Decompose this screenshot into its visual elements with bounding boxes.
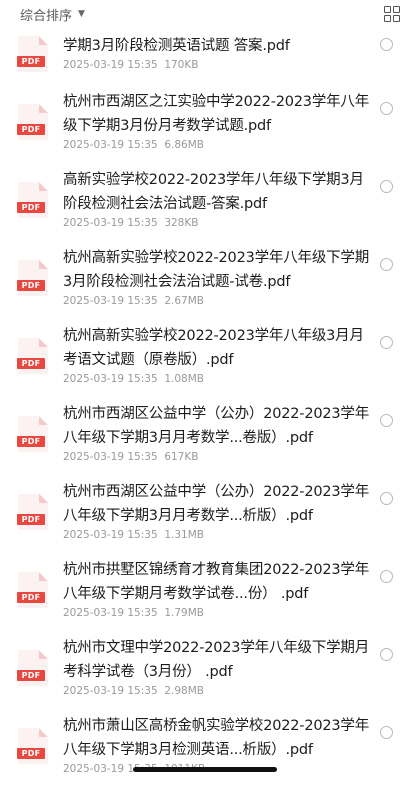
file-name: 杭州市西湖区之江实验中学2022-2023学年八年级下学期3月份月考数学试题.p… xyxy=(63,94,370,134)
file-info: 杭州市西湖区公益中学（公办）2022-2023学年八年级下学期3月月考数学...… xyxy=(63,402,370,463)
file-list-item[interactable]: PDF 杭州市萧山区高桥金帆实验学校2022-2023学年八年级下学期3月检测英语… xyxy=(0,710,414,788)
file-list-item[interactable]: PDF 杭州市西湖区之江实验中学2022-2023学年八年级下学期3月份月考数学试… xyxy=(0,86,414,164)
file-meta: 2025-03-19 15:35 6.86MB xyxy=(63,139,370,151)
select-radio[interactable] xyxy=(380,180,393,193)
file-size: 1.79MB xyxy=(164,607,204,619)
file-info: 杭州高新实验学校2022-2023学年八年级3月月考语文试题（原卷版）.pdf 2… xyxy=(63,324,370,385)
file-meta: 2025-03-19 15:35 2.67MB xyxy=(63,295,370,307)
pdf-file-icon: PDF xyxy=(17,260,48,296)
file-list-item[interactable]: PDF 学期3月阶段检测英语试题 答案.pdf 2025-03-19 15:35 1… xyxy=(0,28,414,86)
file-meta: 2025-03-19 15:35 1.08MB xyxy=(63,373,370,385)
sort-dropdown[interactable]: 综合排序 ▼ xyxy=(20,5,85,24)
pdf-file-icon: PDF xyxy=(17,338,48,374)
file-name: 高新实验学校2022-2023学年八年级下学期3月阶段检测社会法治试题-答案.p… xyxy=(63,172,364,212)
file-info: 高新实验学校2022-2023学年八年级下学期3月阶段检测社会法治试题-答案.p… xyxy=(63,168,370,229)
select-radio[interactable] xyxy=(380,336,393,349)
file-info: 学期3月阶段检测英语试题 答案.pdf 2025-03-19 15:35 170K… xyxy=(63,34,370,71)
file-info: 杭州市拱墅区锦绣育才教育集团2022-2023学年八年级下学期月考数学试卷...… xyxy=(63,558,370,619)
file-date: 2025-03-19 15:35 xyxy=(63,59,158,71)
file-name: 杭州高新实验学校2022-2023学年八年级3月月考语文试题（原卷版）.pdf xyxy=(63,328,364,368)
file-list-item[interactable]: PDF 高新实验学校2022-2023学年八年级下学期3月阶段检测社会法治试题-答… xyxy=(0,164,414,242)
file-name: 学期3月阶段检测英语试题 答案.pdf xyxy=(63,38,290,54)
pdf-badge-label: PDF xyxy=(17,592,45,603)
pdf-badge-label: PDF xyxy=(17,358,45,369)
file-size: 2.67MB xyxy=(164,295,204,307)
select-radio[interactable] xyxy=(380,38,393,51)
file-size: 328KB xyxy=(164,217,199,229)
file-size: 1.08MB xyxy=(164,373,204,385)
pdf-file-icon: PDF xyxy=(17,36,48,72)
select-radio[interactable] xyxy=(380,648,393,661)
pdf-file-icon: PDF xyxy=(17,650,48,686)
file-size: 617KB xyxy=(164,451,199,463)
file-meta: 2025-03-19 15:35 2.98MB xyxy=(63,685,370,697)
pdf-badge-label: PDF xyxy=(17,202,45,213)
grid-view-icon[interactable] xyxy=(384,6,400,22)
file-size: 170KB xyxy=(164,59,199,71)
file-size: 2.98MB xyxy=(164,685,204,697)
pdf-badge-label: PDF xyxy=(17,56,45,67)
file-list-item[interactable]: PDF 杭州高新实验学校2022-2023学年八年级下学期3月阶段检测社会法治试题… xyxy=(0,242,414,320)
pdf-file-icon: PDF xyxy=(17,104,48,140)
pdf-badge-label: PDF xyxy=(17,436,45,447)
file-name: 杭州市文理中学2022-2023学年八年级下学期月考科学试卷（3月份） .pdf xyxy=(63,640,370,680)
file-date: 2025-03-19 15:35 xyxy=(63,373,158,385)
file-info: 杭州市文理中学2022-2023学年八年级下学期月考科学试卷（3月份） .pdf… xyxy=(63,636,370,697)
file-list-item[interactable]: PDF 杭州市拱墅区锦绣育才教育集团2022-2023学年八年级下学期月考数学试卷… xyxy=(0,554,414,632)
file-info: 杭州市西湖区之江实验中学2022-2023学年八年级下学期3月份月考数学试题.p… xyxy=(63,90,370,151)
select-radio[interactable] xyxy=(380,570,393,583)
select-radio[interactable] xyxy=(380,258,393,271)
file-info: 杭州市萧山区高桥金帆实验学校2022-2023学年八年级下学期3月检测英语...… xyxy=(63,714,370,775)
file-name: 杭州市拱墅区锦绣育才教育集团2022-2023学年八年级下学期月考数学试卷...… xyxy=(63,562,370,602)
file-date: 2025-03-19 15:35 xyxy=(63,295,158,307)
select-radio[interactable] xyxy=(380,726,393,739)
file-list-item[interactable]: PDF 杭州高新实验学校2022-2023学年八年级3月月考语文试题（原卷版）.p… xyxy=(0,320,414,398)
pdf-badge-label: PDF xyxy=(17,670,45,681)
file-size: 6.86MB xyxy=(164,139,204,151)
file-info: 杭州高新实验学校2022-2023学年八年级下学期3月阶段检测社会法治试题-试卷… xyxy=(63,246,370,307)
file-info: 杭州市西湖区公益中学（公办）2022-2023学年八年级下学期3月月考数学...… xyxy=(63,480,370,541)
file-date: 2025-03-19 15:35 xyxy=(63,685,158,697)
select-radio[interactable] xyxy=(380,102,393,115)
file-list: PDF 学期3月阶段检测英语试题 答案.pdf 2025-03-19 15:35 1… xyxy=(0,28,414,788)
top-toolbar: 综合排序 ▼ xyxy=(0,0,414,28)
file-name: 杭州高新实验学校2022-2023学年八年级下学期3月阶段检测社会法治试题-试卷… xyxy=(63,250,370,290)
file-date: 2025-03-19 15:35 xyxy=(63,529,158,541)
pdf-badge-label: PDF xyxy=(17,124,45,135)
pdf-badge-label: PDF xyxy=(17,280,45,291)
file-meta: 2025-03-19 15:35 1.79MB xyxy=(63,607,370,619)
file-list-item[interactable]: PDF 杭州市西湖区公益中学（公办）2022-2023学年八年级下学期3月月考数学… xyxy=(0,476,414,554)
file-date: 2025-03-19 15:35 xyxy=(63,217,158,229)
file-name: 杭州市萧山区高桥金帆实验学校2022-2023学年八年级下学期3月检测英语...… xyxy=(63,718,370,758)
file-size: 1.31MB xyxy=(164,529,204,541)
file-meta: 2025-03-19 15:35 617KB xyxy=(63,451,370,463)
file-name: 杭州市西湖区公益中学（公办）2022-2023学年八年级下学期3月月考数学...… xyxy=(63,406,370,446)
file-meta: 2025-03-19 15:35 328KB xyxy=(63,217,370,229)
home-indicator xyxy=(133,767,277,772)
file-list-item[interactable]: PDF 杭州市西湖区公益中学（公办）2022-2023学年八年级下学期3月月考数学… xyxy=(0,398,414,476)
sort-label: 综合排序 xyxy=(20,8,73,24)
pdf-file-icon: PDF xyxy=(17,182,48,218)
file-date: 2025-03-19 15:35 xyxy=(63,451,158,463)
pdf-file-icon: PDF xyxy=(17,416,48,452)
file-list-item[interactable]: PDF 杭州市文理中学2022-2023学年八年级下学期月考科学试卷（3月份） .… xyxy=(0,632,414,710)
pdf-file-icon: PDF xyxy=(17,728,48,764)
file-meta: 2025-03-19 15:35 1.31MB xyxy=(63,529,370,541)
pdf-badge-label: PDF xyxy=(17,514,45,525)
pdf-file-icon: PDF xyxy=(17,494,48,530)
select-radio[interactable] xyxy=(380,414,393,427)
file-date: 2025-03-19 15:35 xyxy=(63,139,158,151)
file-meta: 2025-03-19 15:35 170KB xyxy=(63,59,370,71)
caret-down-icon: ▼ xyxy=(78,9,85,19)
pdf-badge-label: PDF xyxy=(17,748,45,759)
pdf-file-icon: PDF xyxy=(17,572,48,608)
file-name: 杭州市西湖区公益中学（公办）2022-2023学年八年级下学期3月月考数学...… xyxy=(63,484,370,524)
file-date: 2025-03-19 15:35 xyxy=(63,607,158,619)
select-radio[interactable] xyxy=(380,492,393,505)
